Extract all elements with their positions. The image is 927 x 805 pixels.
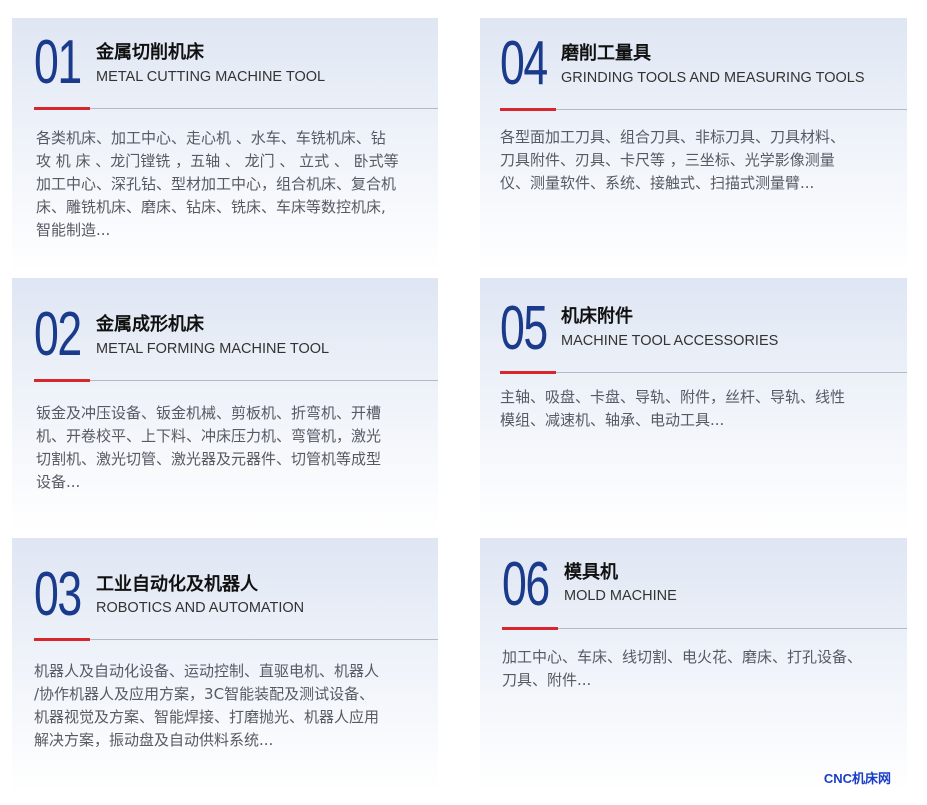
desc-line: 智能制造... xyxy=(36,221,111,239)
card-title-cn: 磨削工量具 xyxy=(561,43,651,64)
card-number: 06 xyxy=(502,550,550,619)
desc-line: 刀具附件、刃具、卡尺等 ，三坐标、光学影像测量 xyxy=(500,151,835,169)
card-title-cn: 工业自动化及机器人 xyxy=(96,574,258,595)
desc-line: 刀具、附件... xyxy=(502,671,592,689)
card-divider xyxy=(502,628,907,629)
card-number: 03 xyxy=(34,560,82,629)
card-title-en: METAL FORMING MACHINE TOOL xyxy=(96,341,330,357)
desc-line: 设备... xyxy=(36,473,81,491)
desc-line: 各类机床、加工中心、走心机 、水车、车铣机床、钻 xyxy=(36,129,386,147)
card-title-en: GRINDING TOOLS AND MEASURING TOOLS xyxy=(561,70,865,86)
card-number: 02 xyxy=(34,300,82,369)
card-accent-bar xyxy=(502,627,558,630)
desc-line: /协作机器人及应用方案，3C智能装配及测试设备、 xyxy=(34,685,375,703)
site-watermark: CNC机床网 xyxy=(823,771,891,786)
desc-line: 模组、减速机、轴承、电动工具... xyxy=(500,411,725,429)
desc-line: 加工中心、车床、线切割、电火花、磨床、打孔设备、 xyxy=(502,648,863,666)
desc-line: 攻 机 床 、龙门镗铣 ，五轴 、 龙门 、 立式 、 卧式等 xyxy=(36,152,399,170)
card-description: 各类机床、加工中心、走心机 、水车、车铣机床、钻 攻 机 床 、龙门镗铣 ，五轴… xyxy=(36,127,399,242)
desc-line: 切割机、激光切管、激光器及元器件、切管机等成型 xyxy=(36,450,382,468)
card-description: 各型面加工刀具、组合刀具、非标刀具、刀具材料、 刀具附件、刃具、卡尺等 ，三坐标… xyxy=(500,126,845,195)
desc-line: 各型面加工刀具、组合刀具、非标刀具、刀具材料、 xyxy=(500,128,846,146)
category-card-06[interactable]: 06 模具机 MOLD MACHINE 加工中心、车床、线切割、电火花、磨床、打… xyxy=(480,538,907,793)
card-accent-bar xyxy=(500,108,556,111)
desc-line: 仪、测量软件、系统、接触式、扫描式测量臂... xyxy=(500,174,815,192)
card-title-cn: 模具机 xyxy=(564,562,618,583)
card-divider xyxy=(34,108,438,109)
category-card-04[interactable]: 04 磨削工量具 GRINDING TOOLS AND MEASURING TO… xyxy=(480,18,907,273)
card-title-en: ROBOTICS AND AUTOMATION xyxy=(96,600,305,616)
card-title-cn: 金属成形机床 xyxy=(96,314,204,335)
card-divider xyxy=(34,639,438,640)
desc-line: 机器人及自动化设备、运动控制、直驱电机、机器人 xyxy=(34,662,380,680)
card-accent-bar xyxy=(34,107,90,110)
card-description: 机器人及自动化设备、运动控制、直驱电机、机器人 /协作机器人及应用方案，3C智能… xyxy=(34,660,379,752)
card-description: 主轴、吸盘、卡盘、导轨、附件，丝杆、导轨、线性 模组、减速机、轴承、电动工具..… xyxy=(500,386,845,432)
desc-line: 床、雕铣机床、磨床、钻床、铣床、车床等数控机床, xyxy=(36,198,386,216)
desc-line: 机器视觉及方案、智能焊接、打磨抛光、机器人应用 xyxy=(34,708,380,726)
card-number: 01 xyxy=(34,28,82,97)
category-card-02[interactable]: 02 金属成形机床 METAL FORMING MACHINE TOOL 钣金及… xyxy=(12,278,438,531)
card-divider xyxy=(34,380,438,381)
card-description: 加工中心、车床、线切割、电火花、磨床、打孔设备、 刀具、附件... xyxy=(502,646,862,692)
card-title-en: METAL CUTTING MACHINE TOOL xyxy=(96,69,326,85)
desc-line: 加工中心、深孔钻、型材加工中心，组合机床、复合机 xyxy=(36,175,397,193)
card-divider xyxy=(500,109,907,110)
desc-line: 解决方案，振动盘及自动供料系统... xyxy=(34,731,274,749)
card-title-cn: 金属切削机床 xyxy=(96,42,204,63)
card-accent-bar xyxy=(34,379,90,382)
category-card-01[interactable]: 01 金属切削机床 METAL CUTTING MACHINE TOOL 各类机… xyxy=(12,18,438,273)
card-title-en: MACHINE TOOL ACCESSORIES xyxy=(561,333,779,349)
card-divider xyxy=(500,372,907,373)
desc-line: 机、开卷校平、上下料、冲床压力机、弯管机，激光 xyxy=(36,427,382,445)
card-title-en: MOLD MACHINE xyxy=(564,588,677,604)
category-card-03[interactable]: 03 工业自动化及机器人 ROBOTICS AND AUTOMATION 机器人… xyxy=(12,538,438,793)
card-accent-bar xyxy=(500,371,556,374)
desc-line: 主轴、吸盘、卡盘、导轨、附件，丝杆、导轨、线性 xyxy=(500,388,846,406)
category-card-05[interactable]: 05 机床附件 MACHINE TOOL ACCESSORIES 主轴、吸盘、卡… xyxy=(480,278,907,531)
desc-line: 钣金及冲压设备、钣金机械、剪板机、折弯机、开槽 xyxy=(36,404,382,422)
card-description: 钣金及冲压设备、钣金机械、剪板机、折弯机、开槽 机、开卷校平、上下料、冲床压力机… xyxy=(36,402,381,494)
card-number: 04 xyxy=(500,29,548,98)
card-accent-bar xyxy=(34,638,90,641)
card-number: 05 xyxy=(500,294,548,363)
card-title-cn: 机床附件 xyxy=(561,306,633,327)
